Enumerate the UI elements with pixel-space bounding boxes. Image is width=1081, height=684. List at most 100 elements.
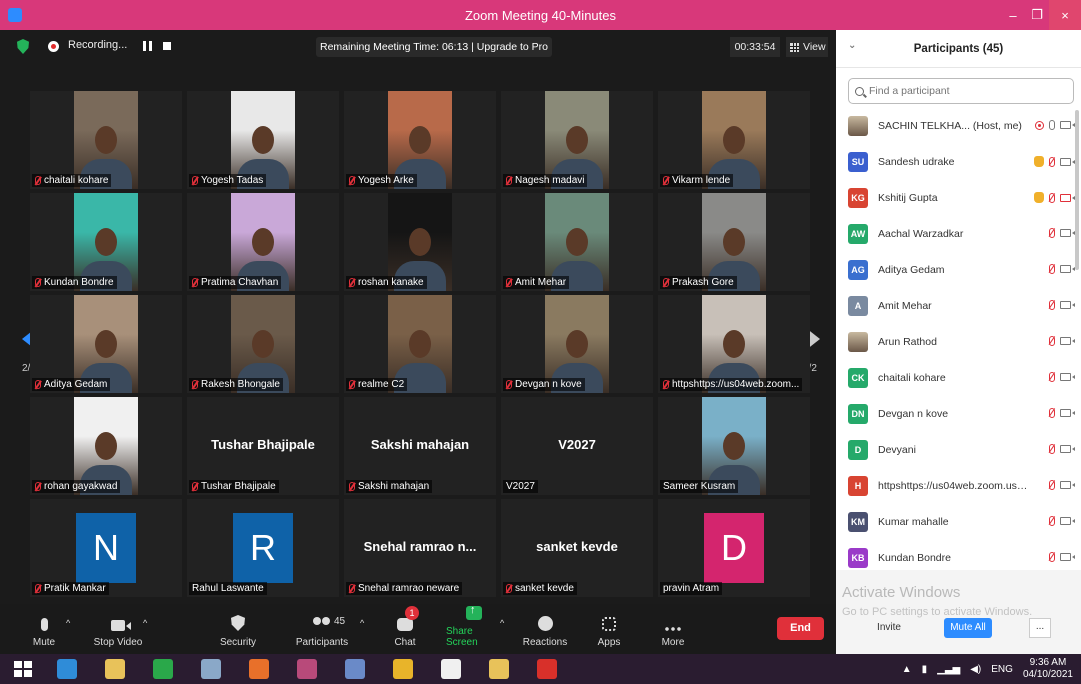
stop-video-button[interactable]: Stop Video [92, 604, 144, 654]
remaining-time-banner[interactable]: Remaining Meeting Time: 06:13 | Upgrade … [316, 37, 553, 57]
participant-nametag: chaitali kohare [32, 174, 112, 187]
video-tile[interactable]: rohan gayakwad [30, 397, 182, 495]
ie-icon[interactable] [48, 657, 86, 681]
taskbar-clock[interactable]: 9:36 AM 04/10/2021 [1023, 657, 1073, 681]
video-tile[interactable]: roshan kanake [344, 193, 496, 291]
video-tile[interactable]: chaitali kohare [30, 91, 182, 189]
store-icon[interactable] [144, 657, 182, 681]
participants-options-chevron-icon[interactable]: ^ [360, 618, 364, 628]
calculator-icon[interactable] [192, 657, 230, 681]
video-tile[interactable]: Rakesh Bhongale [187, 295, 339, 393]
document-icon[interactable] [432, 657, 470, 681]
battery-icon[interactable]: ▮ [922, 664, 928, 675]
participant-row[interactable]: Hhttpshttps://us04web.zoom.us/j... [836, 468, 1081, 504]
video-tile[interactable]: Pratima Chavhan [187, 193, 339, 291]
video-tile[interactable]: Snehal ramrao n... Snehal ramrao neware [344, 499, 496, 597]
video-tile[interactable]: Vikarm lende [658, 91, 810, 189]
video-tile[interactable]: sanket kevde sanket kevde [501, 499, 653, 597]
video-tile[interactable]: Prakash Gore [658, 193, 810, 291]
panel-more-button[interactable]: ... [1029, 618, 1051, 638]
stop-recording-icon[interactable] [163, 42, 171, 50]
participant-avatar: R [233, 513, 293, 583]
video-tile[interactable]: Tushar Bhajipale Tushar Bhajipale [187, 397, 339, 495]
close-button[interactable]: × [1049, 0, 1081, 30]
participant-row[interactable]: KG Kshitij Gupta [836, 180, 1081, 216]
language-indicator[interactable]: ENG [991, 664, 1013, 675]
participant-name: Aditya Gedam [878, 264, 945, 276]
muted-mic-icon [1049, 228, 1055, 238]
video-tile[interactable]: realme C2 [344, 295, 496, 393]
file-explorer-icon[interactable] [96, 657, 134, 681]
participant-row[interactable]: D Devyani [836, 432, 1081, 468]
participant-nametag: V2027 [503, 480, 538, 493]
apps-button[interactable]: Apps [596, 604, 622, 654]
maximize-button[interactable]: ❐ [1025, 0, 1049, 30]
share-options-chevron-icon[interactable]: ^ [500, 618, 504, 628]
video-tile[interactable]: N Pratik Mankar [30, 499, 182, 597]
video-tile[interactable]: Yogesh Arke [344, 91, 496, 189]
security-label: Security [219, 637, 257, 648]
participant-avatar: CK [848, 368, 868, 388]
folder-icon[interactable] [480, 657, 518, 681]
participant-status-icons [1049, 300, 1075, 310]
end-meeting-button[interactable]: End [777, 617, 824, 640]
firefox-icon[interactable] [240, 657, 278, 681]
video-tile[interactable]: Devgan n kove [501, 295, 653, 393]
participant-row[interactable]: AG Aditya Gedam [836, 252, 1081, 288]
windows-taskbar: ▲ ▮ ▁▃▅ ◀) ENG 9:36 AM 04/10/2021 [0, 654, 1081, 684]
volume-icon[interactable]: ◀) [970, 664, 981, 675]
signal-icon[interactable]: ▁▃▅ [937, 664, 960, 675]
security-button[interactable]: Security [220, 604, 256, 654]
participant-row[interactable]: A Amit Mehar [836, 288, 1081, 324]
participant-search-input[interactable] [869, 85, 1059, 97]
participant-row[interactable]: KM Kumar mahalle [836, 504, 1081, 540]
pause-recording-icon[interactable] [143, 41, 152, 51]
windows-start-icon[interactable] [14, 661, 32, 677]
participant-status-icons [1049, 372, 1075, 382]
participant-row[interactable]: SACHIN TELKHA... (Host, me) [836, 108, 1081, 144]
mute-button[interactable]: Mute [32, 604, 56, 654]
pdf-icon[interactable] [528, 657, 566, 681]
participant-search-box[interactable] [848, 78, 1074, 104]
video-tile[interactable]: Aditya Gedam [30, 295, 182, 393]
video-tile[interactable]: httpshttps://us04web.zoom... [658, 295, 810, 393]
more-button[interactable]: More [660, 604, 686, 654]
encryption-shield-icon[interactable] [17, 39, 29, 54]
video-tile[interactable]: Yogesh Tadas [187, 91, 339, 189]
video-tile[interactable]: Amit Mehar [501, 193, 653, 291]
video-tile[interactable]: Kundan Bondre [30, 193, 182, 291]
video-camera-icon [1060, 337, 1075, 345]
participant-row[interactable]: Arun Rathod [836, 324, 1081, 360]
participant-face [252, 228, 274, 257]
notes-icon[interactable] [336, 657, 374, 681]
participants-button[interactable]: Participants [296, 604, 348, 654]
participant-name: Kshitij Gupta [878, 192, 938, 204]
video-tile[interactable]: Dpravin Atram [658, 499, 810, 597]
collapse-panel-chevron-icon[interactable]: ⌄ [848, 40, 856, 51]
participant-row[interactable]: AW Aachal Warzadkar [836, 216, 1081, 252]
participant-row[interactable]: SU Sandesh udrake [836, 144, 1081, 180]
participant-name: Amit Mehar [515, 277, 567, 288]
video-tile[interactable]: Sameer Kusram [658, 397, 810, 495]
video-tile[interactable]: V2027 V2027 [501, 397, 653, 495]
video-tile[interactable]: R Rahul Laswante [187, 499, 339, 597]
reactions-button[interactable]: Reactions [523, 604, 567, 654]
participant-list-scrollbar[interactable] [1075, 110, 1079, 270]
video-tile[interactable]: Sakshi mahajan Sakshi mahajan [344, 397, 496, 495]
audio-options-chevron-icon[interactable]: ^ [66, 618, 70, 628]
chrome-icon[interactable] [384, 657, 422, 681]
participant-name: Pratik Mankar [44, 583, 106, 594]
snipping-tool-icon[interactable] [288, 657, 326, 681]
video-tile[interactable]: Nagesh madavi [501, 91, 653, 189]
tray-expand-icon[interactable]: ▲ [902, 664, 912, 675]
participant-nametag: Aditya Gedam [32, 378, 111, 391]
minimize-button[interactable]: – [1001, 0, 1025, 30]
mute-all-button[interactable]: Mute All [944, 618, 992, 638]
invite-button[interactable]: Invite [870, 618, 908, 638]
video-options-chevron-icon[interactable]: ^ [143, 618, 147, 628]
participant-row[interactable]: DN Devgan n kove [836, 396, 1081, 432]
participant-row[interactable]: CK chaitali kohare [836, 360, 1081, 396]
share-screen-button[interactable]: Share Screen [446, 604, 502, 654]
participant-status-icons [1049, 552, 1075, 562]
view-button[interactable]: View [786, 37, 828, 57]
